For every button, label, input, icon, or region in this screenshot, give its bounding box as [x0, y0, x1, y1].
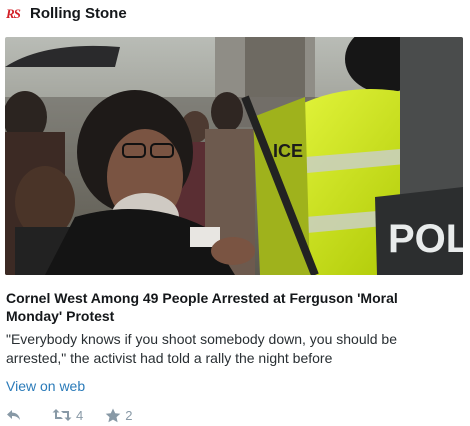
card-summary: "Everybody knows if you shoot somebody d… — [6, 331, 397, 366]
reply-button[interactable] — [6, 408, 22, 422]
svg-text:ICE: ICE — [273, 141, 303, 161]
favorite-button[interactable]: 2 — [105, 408, 132, 423]
card-headline[interactable]: Cornel West Among 49 People Arrested at … — [6, 289, 446, 325]
star-icon — [105, 408, 121, 422]
favorite-count: 2 — [125, 407, 133, 423]
retweet-button[interactable]: 4 — [52, 408, 83, 423]
source-name[interactable]: Rolling Stone — [30, 5, 127, 22]
article-photo[interactable]: POLI ICE — [5, 37, 463, 275]
tweet-actions: 4 2 — [6, 406, 132, 424]
card-source: RS Rolling Stone — [6, 3, 127, 23]
reply-icon — [7, 410, 20, 420]
retweet-count: 4 — [76, 407, 84, 423]
view-on-web-link[interactable]: View on web — [6, 378, 85, 394]
retweet-icon — [52, 409, 72, 421]
rolling-stone-logo: RS — [6, 6, 24, 20]
svg-text:RS: RS — [6, 6, 21, 20]
svg-text:POLI: POLI — [388, 217, 463, 261]
